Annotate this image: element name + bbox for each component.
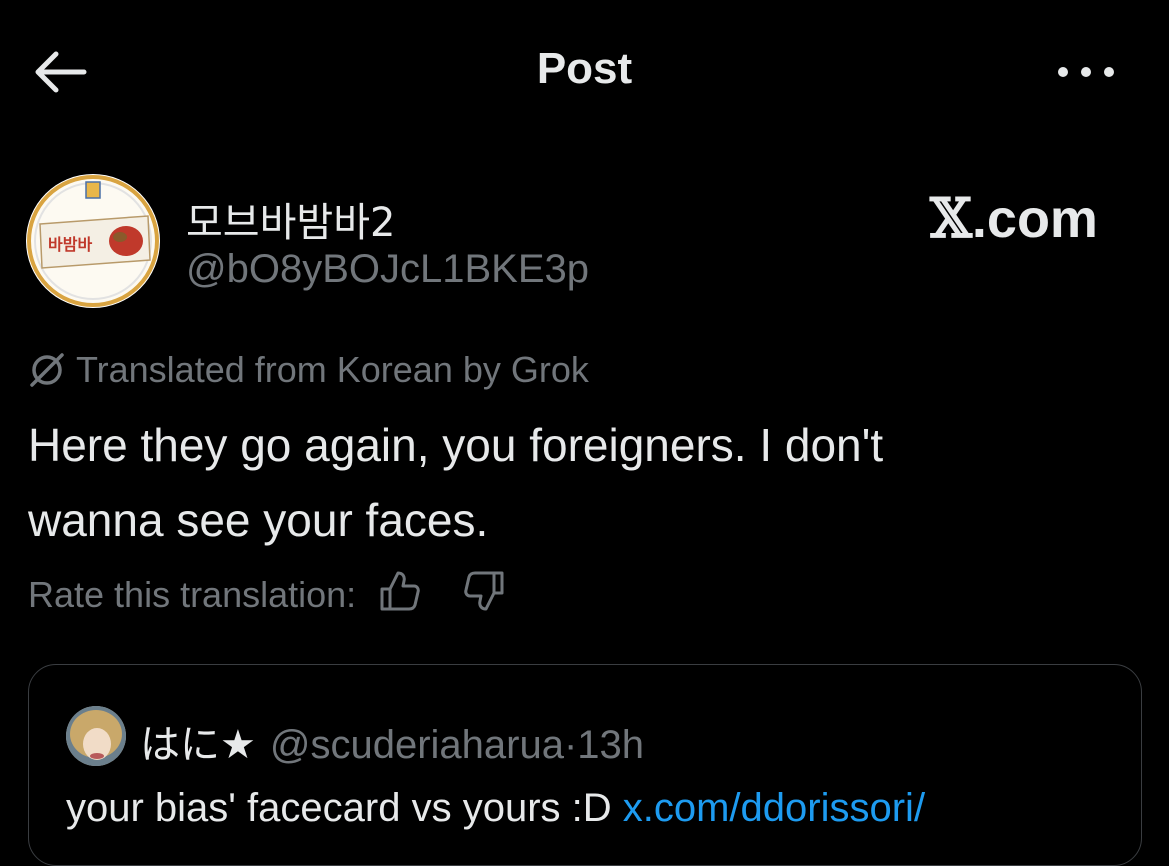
thumbs-down-button[interactable]: [462, 569, 506, 622]
quoted-text: your bias' facecard vs yours :D: [66, 786, 612, 830]
thumbs-up-button[interactable]: [378, 569, 422, 622]
grok-translate-icon: [30, 353, 64, 387]
top-bar: Post: [0, 0, 1169, 140]
author-handle[interactable]: @bO8yBOJcL1BKE3p: [186, 247, 589, 292]
translation-notice: Translated from Korean by Grok: [28, 348, 589, 392]
x-logo: 𝕏: [930, 186, 972, 250]
quoted-timestamp[interactable]: 13h: [577, 723, 644, 767]
translation-label: Translated from Korean by Grok: [76, 349, 589, 390]
more-options-button[interactable]: [1055, 52, 1117, 92]
avatar-product-text: 바밤바: [48, 235, 92, 254]
x-com-watermark: 𝕏.com: [930, 186, 1098, 250]
author-avatar[interactable]: 바밤바: [26, 174, 160, 308]
more-dots-icon: [1058, 67, 1114, 77]
page-title: Post: [536, 44, 633, 93]
author-display-name[interactable]: 모브바밤바2: [186, 190, 395, 248]
quoted-avatar-image: [66, 706, 126, 766]
thumbs-down-icon: [464, 571, 504, 610]
post-text-line: Here they go again, you foreigners. I do…: [28, 419, 884, 471]
x-com-text: .com: [971, 189, 1098, 249]
thumbs-up-icon: [380, 571, 420, 610]
quoted-handle[interactable]: @scuderiaharua: [270, 723, 564, 767]
rate-translation: Rate this translation:: [28, 570, 506, 620]
rate-label: Rate this translation:: [28, 574, 357, 615]
post-text-line: wanna see your faces.: [28, 494, 489, 546]
quoted-display-name[interactable]: はに★: [140, 722, 256, 768]
quoted-author-avatar[interactable]: [66, 706, 126, 766]
quoted-link[interactable]: x.com/ddorissori/: [623, 786, 925, 830]
quoted-post-header: はに★ @scuderiaharua·13h: [140, 712, 644, 770]
separator-dot: ·: [563, 723, 578, 767]
avatar-image: 바밤바: [27, 175, 159, 307]
quoted-post-text: your bias' facecard vs yours :D x.com/dd…: [66, 786, 925, 831]
post-text: Here they go again, you foreigners. I do…: [28, 408, 1128, 558]
